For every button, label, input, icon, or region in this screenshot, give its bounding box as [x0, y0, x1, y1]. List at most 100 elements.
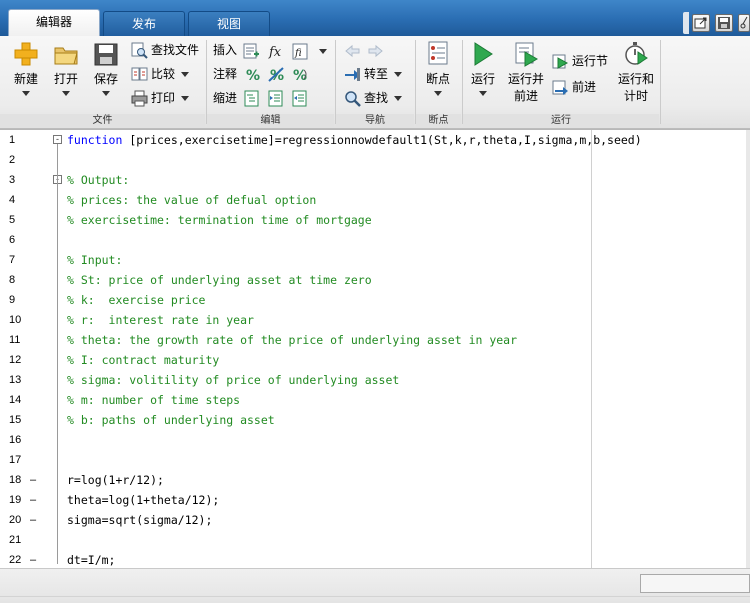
- code-line[interactable]: 2: [0, 150, 740, 170]
- code-line[interactable]: 1 - function [prices,exercisetime]=regress…: [0, 130, 740, 150]
- undock-icon: [694, 17, 707, 29]
- svg-text:%: %: [293, 68, 307, 83]
- forward-arrow-icon[interactable]: [367, 43, 384, 60]
- compare-button[interactable]: 比较: [131, 64, 190, 84]
- run-section-icon: [552, 54, 569, 69]
- save-button[interactable]: 保存: [86, 40, 126, 96]
- comment-button[interactable]: 注释: [213, 64, 237, 84]
- code-text: % Output:: [67, 170, 129, 190]
- breakpoint-marker[interactable]: –: [30, 550, 36, 569]
- quick-access-more-button[interactable]: [738, 14, 750, 32]
- code-line[interactable]: 4 % prices: the value of defual option: [0, 190, 740, 210]
- comment-percent-icon[interactable]: %: [244, 66, 261, 83]
- line-number: 14: [9, 394, 22, 406]
- compare-label: 比较: [151, 67, 176, 81]
- line-number: 17: [9, 454, 22, 466]
- breakpoint-marker[interactable]: –: [30, 490, 36, 510]
- quick-access-undock-button[interactable]: [692, 14, 710, 32]
- tab-view[interactable]: 视图: [188, 11, 270, 36]
- code-editor[interactable]: 1 - function [prices,exercisetime]=regress…: [0, 129, 750, 569]
- code-text: theta=log(1+theta/12);: [67, 490, 219, 510]
- code-text: % b: paths of underlying asset: [67, 410, 275, 430]
- code-line[interactable]: 20– sigma=sqrt(sigma/12);: [0, 510, 740, 530]
- code-line[interactable]: 3-% Output:: [0, 170, 740, 190]
- code-line[interactable]: 15 % b: paths of underlying asset: [0, 410, 740, 430]
- code-line[interactable]: 10 % r: interest rate in year: [0, 310, 740, 330]
- new-dropdown-icon: [22, 91, 30, 96]
- breakpoint-marker[interactable]: –: [30, 470, 36, 490]
- run-and-time-button[interactable]: 运行和 计时: [614, 40, 658, 104]
- comment-token: % exercisetime: termination time of mort…: [67, 213, 372, 227]
- code-line[interactable]: 7 % Input:: [0, 250, 740, 270]
- save-icon: [718, 17, 730, 29]
- wrap-comments-icon[interactable]: %: [292, 66, 309, 83]
- find-button[interactable]: 查找: [344, 88, 403, 108]
- quick-access-save-button[interactable]: [715, 14, 733, 32]
- code-line[interactable]: 11 % theta: the growth rate of the price …: [0, 330, 740, 350]
- increase-indent-icon[interactable]: [268, 90, 285, 107]
- run-and-advance-button[interactable]: 运行并 前进: [504, 40, 548, 104]
- code-text: % r: interest rate in year: [67, 310, 254, 330]
- code-line[interactable]: 9 % k: exercise price: [0, 290, 740, 310]
- advance-button[interactable]: 前进: [552, 77, 596, 97]
- tab-strip: 编辑器 发布 视图: [0, 0, 750, 36]
- edit-group-label: 编辑: [207, 114, 334, 127]
- code-line[interactable]: 16: [0, 430, 740, 450]
- smart-indent-icon[interactable]: [244, 90, 261, 107]
- run-section-button[interactable]: 运行节: [552, 51, 608, 71]
- tab-editor[interactable]: 编辑器: [8, 9, 100, 36]
- insert-button[interactable]: 插入: [213, 40, 237, 60]
- status-divider: [0, 596, 750, 597]
- code-line[interactable]: 8 % St: price of underlying asset at time…: [0, 270, 740, 290]
- new-button[interactable]: 新建: [6, 40, 46, 96]
- code-token: r=log(1+r/12);: [67, 473, 164, 487]
- code-line[interactable]: 13 % sigma: volitility of price of underl…: [0, 370, 740, 390]
- open-button[interactable]: 打开: [46, 40, 86, 96]
- breakpoints-button[interactable]: 断点: [418, 40, 458, 96]
- find-files-button[interactable]: 查找文件: [131, 40, 199, 60]
- goto-dropdown-icon: [394, 72, 403, 77]
- tab-publish[interactable]: 发布: [103, 11, 185, 36]
- back-arrow-icon[interactable]: [344, 43, 361, 60]
- insert-section-icon[interactable]: [243, 43, 260, 60]
- group-separator: [206, 40, 207, 124]
- indent-button[interactable]: 缩进: [213, 88, 237, 108]
- code-line[interactable]: 6: [0, 230, 740, 250]
- code-token: sigma=sqrt(sigma/12);: [67, 513, 213, 527]
- run-play-icon: [474, 42, 493, 66]
- vertical-scrollbar[interactable]: [746, 130, 750, 569]
- fx-function-icon[interactable]: fx: [268, 42, 285, 59]
- comment-token: % k: exercise price: [67, 293, 206, 307]
- uncomment-icon[interactable]: %: [268, 66, 285, 83]
- goto-button[interactable]: 转至: [344, 64, 403, 84]
- code-line[interactable]: 5 % exercisetime: termination time of mor…: [0, 210, 740, 230]
- comment-token: % r: interest rate in year: [67, 313, 254, 327]
- code-fold-toggle-icon[interactable]: -: [53, 135, 62, 144]
- run-label: 运行: [470, 72, 495, 86]
- code-line[interactable]: 17: [0, 450, 740, 470]
- open-label: 打开: [53, 72, 78, 86]
- run-button[interactable]: 运行: [463, 40, 503, 96]
- keyword-token: function: [67, 133, 123, 147]
- insert-function-icon[interactable]: fi: [292, 43, 309, 60]
- code-line[interactable]: 18– r=log(1+r/12);: [0, 470, 740, 490]
- breakpoint-marker[interactable]: –: [30, 510, 36, 530]
- breakpoints-dropdown-icon: [434, 91, 442, 96]
- code-text: % m: number of time steps: [67, 390, 240, 410]
- code-line[interactable]: 12 % I: contract maturity: [0, 350, 740, 370]
- code-line[interactable]: 14 % m: number of time steps: [0, 390, 740, 410]
- code-line[interactable]: 22– dt=I/m;: [0, 550, 740, 569]
- insert-dropdown-icon[interactable]: [319, 49, 327, 54]
- comment-token: % sigma: volitility of price of underlyi…: [67, 373, 400, 387]
- code-text: r=log(1+r/12);: [67, 470, 164, 490]
- line-number: 9: [9, 294, 16, 306]
- code-line[interactable]: 19– theta=log(1+theta/12);: [0, 490, 740, 510]
- line-number: 11: [9, 334, 21, 346]
- code-token: [prices,exercisetime]=regressionnowdefau…: [122, 133, 642, 147]
- print-button[interactable]: 打印: [131, 88, 190, 108]
- decrease-indent-icon[interactable]: [292, 90, 309, 107]
- line-number: 2: [9, 154, 16, 166]
- code-text: dt=I/m;: [67, 550, 115, 569]
- code-text: % k: exercise price: [67, 290, 205, 310]
- code-line[interactable]: 21: [0, 530, 740, 550]
